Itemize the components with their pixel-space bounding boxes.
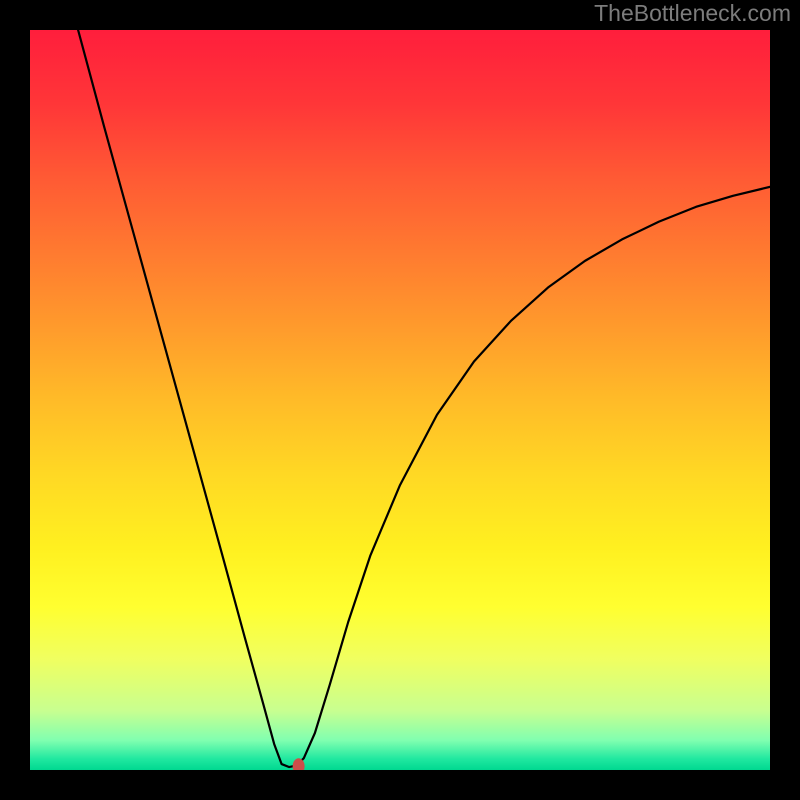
gradient-background — [30, 30, 770, 770]
chart-frame: TheBottleneck.com — [0, 0, 800, 800]
watermark-text: TheBottleneck.com — [594, 0, 791, 27]
chart-svg — [30, 30, 770, 770]
plot-area — [30, 30, 770, 770]
